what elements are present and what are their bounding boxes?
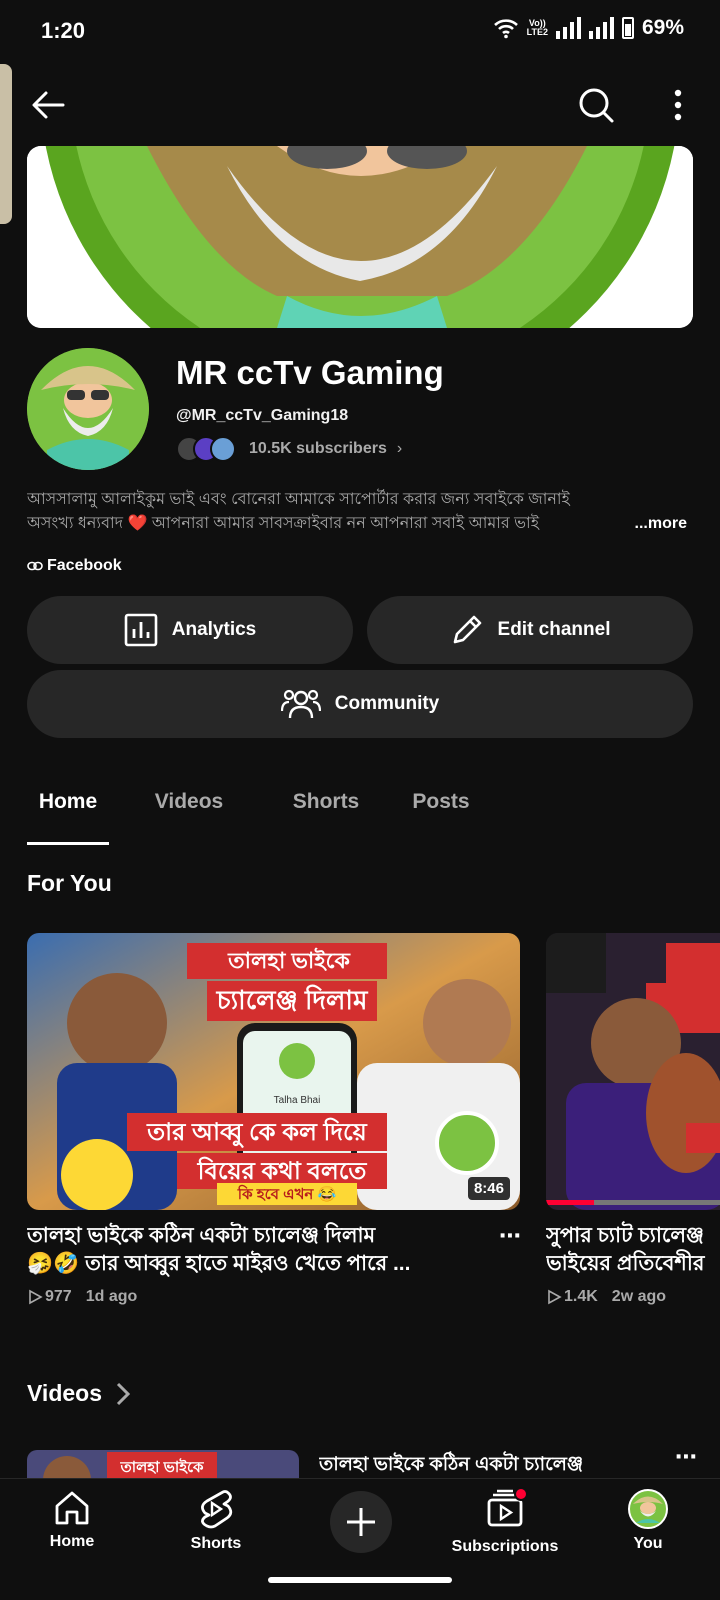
nav-label: Home: [49, 1533, 95, 1550]
subscriber-avatars: [176, 436, 236, 462]
thumbnail-text: কি হবে এখন 😂: [237, 1184, 337, 1203]
video-thumbnail[interactable]: তালহা ভাইকে চ্যালেঞ্জ দিলাম তার আব্বু কে…: [27, 933, 520, 1210]
video-menu-button[interactable]: ⋯: [499, 1223, 522, 1249]
thumbnail-text: Talha Bhai: [274, 1095, 321, 1106]
avatar: [628, 1489, 668, 1529]
video-thumbnail[interactable]: [546, 933, 720, 1210]
video-thumbnail[interactable]: তালহা ভাইকে: [27, 1450, 299, 1480]
people-icon: [280, 689, 321, 719]
status-time: 1:20: [41, 18, 86, 43]
chevron-right-icon: [116, 1382, 130, 1405]
upload-age: 1d ago: [85, 1288, 138, 1305]
wifi-icon: [493, 19, 518, 39]
back-button[interactable]: [20, 82, 76, 128]
more-link[interactable]: ...more: [635, 512, 687, 536]
create-button[interactable]: [330, 1491, 392, 1553]
volte-indicator: Vo)) LTE2: [526, 18, 548, 37]
analytics-label: Analytics: [171, 619, 257, 640]
tab-videos[interactable]: Videos: [109, 780, 269, 845]
tab-posts[interactable]: Posts: [389, 780, 493, 845]
video-menu-button[interactable]: ⋯: [675, 1444, 697, 1470]
nav-label: Subscriptions: [451, 1538, 559, 1555]
link-icon: [27, 561, 43, 571]
section-title-videos[interactable]: Videos: [27, 1380, 130, 1407]
play-icon: [29, 1289, 43, 1305]
video-title[interactable]: সুপার চ্যাট চ্যালেঞ্জ ভাইয়ের প্রতিবেশীর: [546, 1222, 720, 1278]
thumbnail-text: তালহা ভাইকে: [227, 947, 351, 973]
top-bar: [0, 72, 720, 138]
notification-dot: [514, 1487, 528, 1501]
thumbnail-text: তালহা ভাইকে: [119, 1457, 204, 1476]
shorts-icon: [201, 1490, 233, 1529]
tab-shorts[interactable]: Shorts: [281, 780, 371, 845]
battery-icon: [621, 17, 634, 39]
status-icons: Vo)) LTE2 69%: [493, 16, 684, 40]
home-indicator[interactable]: [268, 1577, 452, 1583]
search-button[interactable]: [568, 82, 624, 128]
status-bar: 1:20 Vo)) LTE2 69%: [0, 0, 720, 64]
nav-home[interactable]: Home: [7, 1489, 137, 1551]
arrow-left-icon: [32, 91, 65, 119]
thumbnail-text: বিয়ের কথা বলতে: [197, 1156, 368, 1185]
more-vertical-icon: [674, 89, 682, 121]
more-options-button[interactable]: [654, 82, 702, 128]
pencil-icon: [453, 615, 481, 644]
view-count: 1.4K: [564, 1288, 598, 1305]
home-icon: [55, 1491, 89, 1525]
play-icon: [548, 1289, 562, 1305]
tab-home[interactable]: Home: [27, 780, 109, 845]
plus-icon: [347, 1508, 375, 1536]
link-label: Facebook: [47, 557, 122, 574]
section-title-for-you: For You: [27, 870, 112, 896]
video-card[interactable]: তালহা ভাইকে চ্যালেঞ্জ দিলাম তার আব্বু কে…: [27, 933, 522, 1306]
video-title[interactable]: তালহা ভাইকে কঠিন একটা চ্যালেঞ্জ দিলাম 🤧🤣…: [27, 1222, 467, 1278]
signal-icon-2: [588, 17, 614, 39]
nav-label: Shorts: [190, 1535, 242, 1552]
battery-percent: 69%: [641, 16, 684, 39]
channel-handle: @MR_ccTv_Gaming18: [176, 407, 349, 424]
search-icon: [579, 88, 614, 123]
nav-label: You: [633, 1535, 663, 1552]
thumbnail-text: চ্যালেঞ্জ দিলাম: [216, 984, 369, 1015]
upload-age: 2w ago: [611, 1288, 667, 1305]
description-line: আসসালামু আলাইকুম ভাই এবং বোনেরা আমাকে সা…: [27, 491, 570, 508]
video-meta: 1.4K 2w ago: [546, 1288, 720, 1306]
video-card[interactable]: সুপার চ্যাট চ্যালেঞ্জ ভাইয়ের প্রতিবেশীর…: [546, 933, 720, 1306]
signal-icon: [555, 17, 581, 39]
nav-you[interactable]: You: [583, 1489, 713, 1553]
community-label: Community: [334, 693, 440, 714]
analytics-icon: [124, 613, 158, 647]
view-count: 977: [45, 1288, 72, 1305]
channel-tabs: Home Videos Shorts Posts: [27, 780, 493, 845]
thumbnail-text: তার আব্বু কে কল দিয়ে: [146, 1117, 368, 1148]
edit-channel-button[interactable]: Edit channel: [367, 596, 693, 664]
description-line: অসংখ্য ধন্যবাদ ❤️ আপনারা আমার সাবসক্রাইব…: [27, 515, 540, 532]
edit-channel-label: Edit channel: [497, 619, 611, 640]
channel-avatar[interactable]: [27, 348, 149, 470]
channel-name: MR ccTv Gaming: [176, 354, 444, 391]
video-meta: 977 1d ago: [27, 1288, 520, 1306]
community-button[interactable]: Community: [27, 670, 693, 738]
chevron-right-icon: ›: [396, 440, 403, 457]
channel-description[interactable]: আসসালামু আলাইকুম ভাই এবং বোনেরা আমাকে সা…: [27, 488, 687, 536]
subscribers-row[interactable]: 10.5K subscribers ›: [176, 436, 402, 462]
video-duration: 8:46: [467, 1177, 510, 1200]
analytics-button[interactable]: Analytics: [27, 596, 353, 664]
avatar: [210, 436, 236, 462]
facebook-link[interactable]: Facebook: [27, 557, 122, 575]
channel-banner: [27, 146, 693, 328]
nav-subscriptions[interactable]: Subscriptions: [440, 1487, 570, 1556]
subscriber-count: 10.5K subscribers: [249, 440, 387, 457]
nav-shorts[interactable]: Shorts: [151, 1489, 281, 1553]
